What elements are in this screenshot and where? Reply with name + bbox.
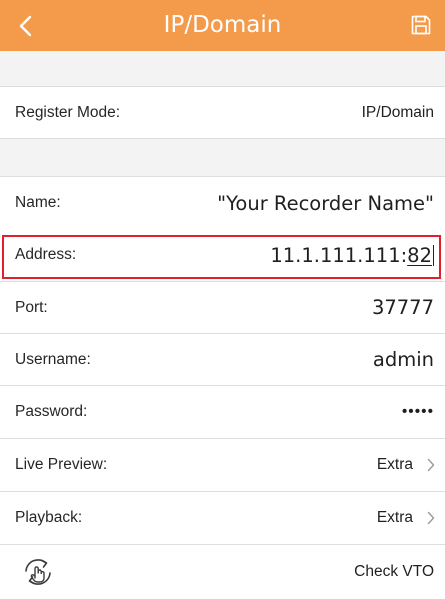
live-preview-label: Live Preview: <box>15 456 108 473</box>
password-label: Password: <box>15 403 88 420</box>
register-mode-row[interactable]: Register Mode: IP/Domain <box>0 87 445 138</box>
address-port-suffix: 82 <box>407 243 432 267</box>
register-mode-label: Register Mode: <box>15 103 121 121</box>
address-value-text: 11.1.111.111: <box>270 243 408 267</box>
title-bar: IP/Domain <box>0 0 445 51</box>
back-button[interactable] <box>6 6 46 46</box>
password-row[interactable]: Password: ••••• <box>0 386 445 438</box>
playback-label: Playback: <box>15 509 83 526</box>
name-value[interactable]: "Your Recorder Name" <box>217 177 434 229</box>
username-value[interactable]: admin <box>373 334 434 385</box>
playback-value-text: Extra <box>376 509 413 526</box>
check-vto-row[interactable]: Check VTO <box>0 545 445 599</box>
username-row[interactable]: Username: admin <box>0 334 445 385</box>
name-label: Name: <box>15 194 61 211</box>
save-button[interactable] <box>405 9 437 41</box>
port-value[interactable]: 37777 <box>372 282 434 333</box>
save-icon <box>411 15 431 35</box>
app-screen: IP/Domain Register Mode: IP/Domain Name:… <box>0 0 445 599</box>
chevron-left-icon <box>19 15 32 37</box>
password-value[interactable]: ••••• <box>402 386 434 438</box>
live-preview-row[interactable]: Live Preview: Extra <box>0 439 445 491</box>
section-gap <box>0 51 445 87</box>
address-row[interactable]: Address: 11.1.111.111: 82 <box>0 229 445 281</box>
name-row[interactable]: Name: "Your Recorder Name" <box>0 177 445 229</box>
chevron-right-icon <box>427 511 435 525</box>
live-preview-value-text: Extra <box>376 456 413 473</box>
port-row[interactable]: Port: 37777 <box>0 282 445 333</box>
live-preview-value: Extra <box>377 439 435 491</box>
page-title: IP/Domain <box>163 12 282 38</box>
text-cursor <box>433 244 434 266</box>
playback-row[interactable]: Playback: Extra <box>0 492 445 544</box>
address-label: Address: <box>15 246 77 263</box>
section-gap <box>0 139 445 176</box>
address-input[interactable]: 11.1.111.111: 82 <box>270 229 434 281</box>
chevron-right-icon <box>427 458 435 472</box>
rotate-hand-icon[interactable] <box>20 545 56 599</box>
playback-value: Extra <box>377 492 435 544</box>
port-label: Port: <box>15 298 48 316</box>
username-label: Username: <box>15 350 91 368</box>
register-mode-value: IP/Domain <box>361 103 434 121</box>
check-vto-label[interactable]: Check VTO <box>354 545 434 599</box>
